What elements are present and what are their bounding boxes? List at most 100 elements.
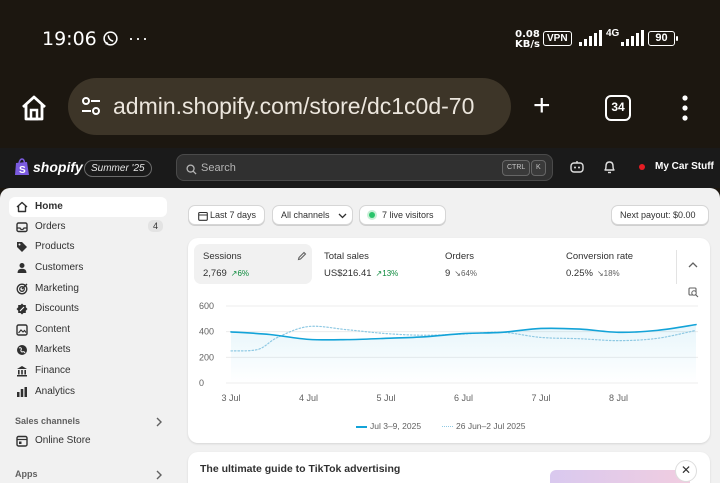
chevron-right-icon[interactable]	[155, 417, 163, 427]
sidebar-item-online-store[interactable]: Online Store	[9, 431, 167, 451]
metric-orders[interactable]: Orders 9 ↘64%	[436, 244, 554, 284]
store-avatar[interactable]	[639, 164, 645, 170]
globe-icon	[17, 345, 27, 355]
site-settings-icon[interactable]	[80, 95, 102, 122]
shopify-bag-icon[interactable]: S	[14, 158, 30, 181]
orders-count-badge: 4	[147, 220, 163, 232]
metric-value: 2,769 ↗6%	[203, 268, 250, 279]
legend-swatch-solid	[356, 425, 367, 428]
chevron-right-icon[interactable]	[155, 470, 163, 480]
url-text[interactable]: admin.shopify.com/store/dc1c0d-70	[113, 93, 474, 120]
sidebar-item-label: Orders	[35, 221, 66, 232]
metric-delta: ↗6%	[230, 269, 250, 278]
store-name[interactable]: My Car Stuff	[655, 161, 714, 172]
divider	[676, 250, 677, 284]
metric-total-sales[interactable]: Total sales US$216.41 ↗13%	[315, 244, 433, 284]
sidebar-item-home[interactable]: Home	[9, 197, 167, 217]
metric-value: 9 ↘64%	[445, 268, 478, 279]
y-tick-label: 200	[199, 352, 214, 362]
sidebar-item-products[interactable]: Products	[9, 237, 167, 257]
next-payout-button[interactable]: Next payout: $0.00	[611, 205, 709, 225]
edition-badge[interactable]: Summer '25	[84, 160, 152, 177]
address-bar[interactable]: admin.shopify.com/store/dc1c0d-70	[68, 78, 511, 135]
home-icon[interactable]	[18, 92, 50, 124]
legend-item-previous: 26 Jun–2 Jul 2025	[442, 421, 525, 431]
apps-heading[interactable]: Apps	[15, 469, 38, 479]
metric-delta: ↘64%	[454, 269, 478, 278]
sidebar-item-content[interactable]: Content	[9, 320, 167, 340]
clock: 19:06	[42, 28, 97, 50]
shopify-topbar: S shopify Summer '25 Search CTRL K My Ca…	[0, 148, 720, 188]
date-range-label: Last 7 days	[210, 210, 257, 220]
sidebar-item-customers[interactable]: Customers	[9, 258, 167, 278]
home-icon	[16, 201, 28, 213]
sidebar-item-label: Markets	[35, 344, 71, 355]
new-tab-icon[interactable]: +	[533, 91, 551, 121]
browser-toolbar: admin.shopify.com/store/dc1c0d-70 + 34	[0, 78, 720, 148]
sidebar-item-markets[interactable]: Markets	[9, 340, 167, 360]
pencil-icon[interactable]	[297, 251, 307, 261]
x-tick-label: 6 Jul	[454, 393, 473, 403]
overflow-menu-icon[interactable]	[680, 95, 690, 126]
chevron-down-icon	[338, 213, 347, 219]
live-visitors-button[interactable]: 7 live visitors	[359, 205, 446, 225]
sidebar-item-finance[interactable]: Finance	[9, 361, 167, 381]
live-dot-icon	[369, 212, 375, 218]
x-tick-label: 7 Jul	[531, 393, 550, 403]
sidebar-item-label: Analytics	[35, 386, 76, 397]
vpn-icon: VPN	[543, 31, 572, 46]
metric-title: Sessions	[203, 251, 242, 262]
close-icon[interactable]: ✕	[676, 461, 696, 481]
arrow-down-icon: ↘	[596, 269, 604, 278]
date-range-button[interactable]: Last 7 days	[188, 205, 265, 225]
promo-title: The ultimate guide to TikTok advertising	[200, 463, 401, 475]
metric-delta: ↘18%	[596, 269, 620, 278]
sidebar-item-label: Content	[35, 324, 71, 335]
metric-title: Total sales	[324, 251, 369, 262]
main-panel: Home Orders 4 Products Customers Marketi…	[0, 188, 720, 483]
metric-sessions[interactable]: Sessions 2,769 ↗6%	[194, 244, 312, 284]
legend-item-current: Jul 3–9, 2025	[356, 421, 421, 431]
x-tick-label: 4 Jul	[299, 393, 318, 403]
whatsapp-icon	[102, 30, 119, 52]
shortcut-k: K	[531, 160, 546, 176]
tiktok-guide-card[interactable]: The ultimate guide to TikTok advertising…	[188, 452, 710, 483]
sessions-chart: 600 400 200 0 3 Jul 4 Jul 5 Jul 6 Jul 7 Jul 8 Jul	[199, 301, 698, 403]
x-tick-label: 3 Jul	[221, 393, 240, 403]
sidebar-item-discounts[interactable]: Discounts	[9, 299, 167, 319]
metric-title: Conversion rate	[566, 251, 634, 262]
svg-text:S: S	[19, 165, 26, 176]
bell-icon[interactable]	[603, 160, 616, 179]
sidebar-item-label: Products	[35, 241, 75, 252]
battery-icon: 90	[648, 31, 678, 46]
arrow-down-icon: ↘	[454, 269, 461, 278]
sales-channels-heading[interactable]: Sales channels	[15, 416, 80, 426]
chart-icon	[17, 387, 27, 397]
shopify-logo-text[interactable]: shopify	[33, 159, 83, 175]
sidebar-item-marketing[interactable]: Marketing	[9, 279, 167, 299]
inbox-icon	[16, 222, 28, 233]
y-tick-label: 600	[199, 301, 214, 311]
chevron-up-icon[interactable]	[688, 262, 698, 268]
search-bar[interactable]: Search CTRL K	[176, 154, 553, 181]
person-icon	[17, 263, 27, 273]
y-tick-label: 400	[199, 327, 214, 337]
sidebar-item-label: Home	[35, 201, 63, 212]
channel-filter-button[interactable]: All channels	[272, 205, 353, 225]
x-tick-label: 8 Jul	[609, 393, 628, 403]
sidebar: Home Orders 4 Products Customers Marketi…	[0, 188, 176, 483]
search-input[interactable]: Search	[201, 162, 236, 174]
more-notifications-icon: ···	[128, 28, 149, 48]
sidebar-item-label: Customers	[35, 262, 84, 273]
search-icon	[186, 162, 197, 180]
channel-filter-label: All channels	[281, 210, 330, 220]
metric-value: 0.25% ↘18%	[566, 268, 620, 279]
sidebar-item-orders[interactable]: Orders 4	[9, 217, 167, 237]
tab-switcher-button[interactable]: 34	[605, 95, 631, 121]
metric-title: Orders	[445, 251, 475, 262]
promo-illustration	[550, 470, 690, 483]
sidekick-icon[interactable]	[570, 160, 584, 179]
sidebar-item-label: Online Store	[35, 435, 91, 446]
sidebar-item-analytics[interactable]: Analytics	[9, 382, 167, 402]
metric-conversion-rate[interactable]: Conversion rate 0.25% ↘18%	[557, 244, 675, 284]
